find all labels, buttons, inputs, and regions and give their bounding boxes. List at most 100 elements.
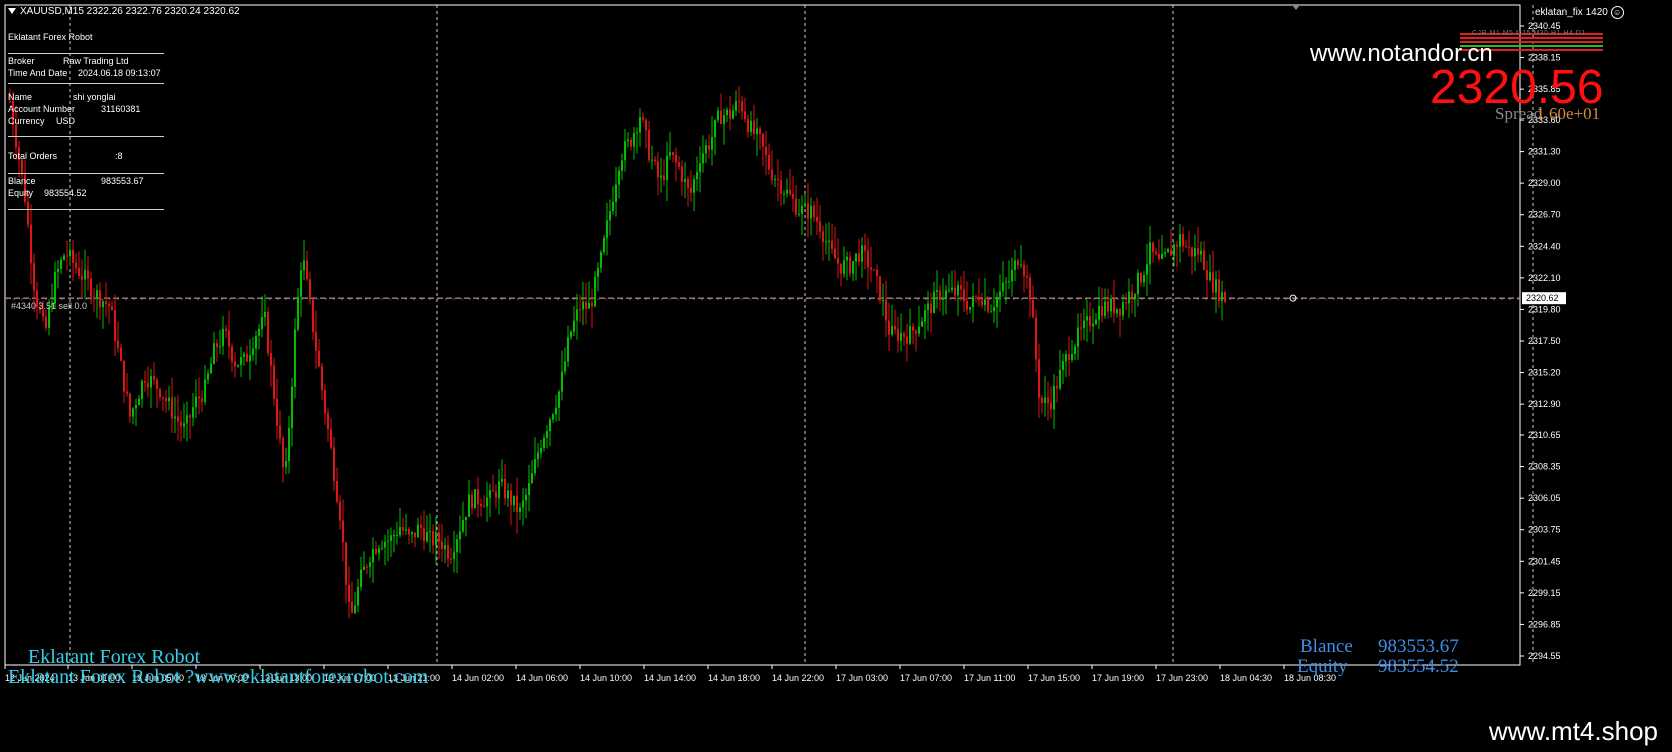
candle-body [303,260,305,271]
x-tick-label: 14 Jun 06:00 [516,673,568,683]
candle-body [1221,292,1223,302]
candle-body [807,203,809,219]
candle-body [210,363,212,374]
candlestick-chart[interactable]: 2340.452338.152335.852333.602331.302329.… [0,0,1672,710]
candle-body [1134,294,1136,298]
y-tick-label: 2294.55 [1528,651,1561,661]
order-line-label[interactable]: #4340 3.51 sell 0.0 [11,301,87,311]
candle-body [1176,244,1178,247]
candle-body [453,552,455,559]
candle-body [411,532,413,535]
candle-body [723,115,725,124]
candle-body [81,276,83,280]
orders-value: :8 [115,151,123,161]
candle-body [1215,279,1217,293]
candle-body [141,381,143,399]
time-value: 2024.06.18 09:13:07 [78,68,161,78]
footer-site-text: www.mt4.shop [1488,716,1658,746]
candle-body [327,413,329,429]
candle-body [513,495,515,506]
candle-body [780,180,782,194]
candle-body [924,310,926,322]
mt4-chart-window[interactable]: 2340.45 2338.15 2335.85 2333.60 2331.30 2329.… [0,0,1672,710]
candle-body [369,562,371,567]
candle-body [603,237,605,252]
panel-divider [8,83,164,84]
candle-body [561,371,563,392]
candle-body [1029,277,1031,301]
candle-body [642,117,644,120]
candle-body [918,326,920,334]
candle-body [519,507,521,513]
candle-body [939,290,941,300]
robot-url-text: Eklatant Forex Robot ?www.eklatantforexr… [8,666,429,688]
candle-body [861,245,863,262]
candle-body [111,306,113,311]
candle-body [915,330,917,334]
candle-body [1020,264,1022,266]
y-tick-label: 2322.10 [1528,273,1561,283]
candle-body [666,155,668,180]
candle-body [1065,354,1067,362]
candle-body [429,531,431,533]
candle-body [993,307,995,312]
y-tick-label: 2296.85 [1528,619,1561,629]
balance-overlay-label: Blance [1300,636,1353,657]
candle-body [45,316,47,328]
candle-body [1143,274,1145,283]
candle-body [408,529,410,535]
candle-body [1050,403,1052,410]
candle-body [432,531,434,546]
candle-body [1128,291,1130,304]
candle-body [462,520,464,532]
candle-body [1113,298,1115,314]
broker-value: Raw Trading Ltd [63,56,129,66]
candle-body [981,300,983,305]
x-tick-label: 14 Jun 18:00 [708,673,760,683]
candle-body [1155,252,1157,254]
smiley-icon[interactable]: ☺ [1610,6,1624,19]
candle-body [696,172,698,180]
candle-body [66,255,68,257]
candle-body [615,184,617,202]
candle-body [153,376,155,380]
candle-body [438,532,440,542]
candle-body [945,290,947,298]
candle-body [750,120,752,132]
equity-label: Equity [8,188,34,198]
candle-body [75,262,77,268]
candle-body [864,245,866,251]
candle-body [360,569,362,587]
candle-body [765,146,767,155]
panel-divider [8,209,164,210]
candle-body [375,549,377,554]
expert-advisor-label[interactable]: eklatan_fix 1420 ☺ [1535,6,1624,19]
candle-body [459,531,461,540]
candle-body [726,109,728,116]
candle-body [204,379,206,402]
candle-body [663,175,665,180]
candle-body [531,473,533,484]
candle-body [1146,264,1148,275]
candle-body [342,520,344,543]
candle-body [417,524,419,538]
y-tick-label: 2319.80 [1528,304,1561,314]
dropdown-triangle-icon[interactable] [8,8,16,15]
candle-body [1185,245,1187,247]
candle-body [351,601,353,613]
candle-body [123,360,125,392]
candle-body [621,160,623,171]
candle-body [348,584,350,602]
candle-body [309,279,311,300]
candle-body [525,494,527,501]
symbol-quote-text: XAUUSD,M15 2322.26 2322.76 2320.24 2320.… [20,6,240,17]
candle-body [555,407,557,415]
candle-body [1059,369,1061,389]
candle-body [573,320,575,332]
candle-body [114,310,116,341]
candle-body [78,267,80,277]
timeframe-strength-bar: CJR M1 M5 M15 M30 H1 H4 D1 [1472,30,1586,37]
y-tick-label: 2310.65 [1528,430,1561,440]
candle-body [282,438,284,468]
candle-body [456,539,458,553]
